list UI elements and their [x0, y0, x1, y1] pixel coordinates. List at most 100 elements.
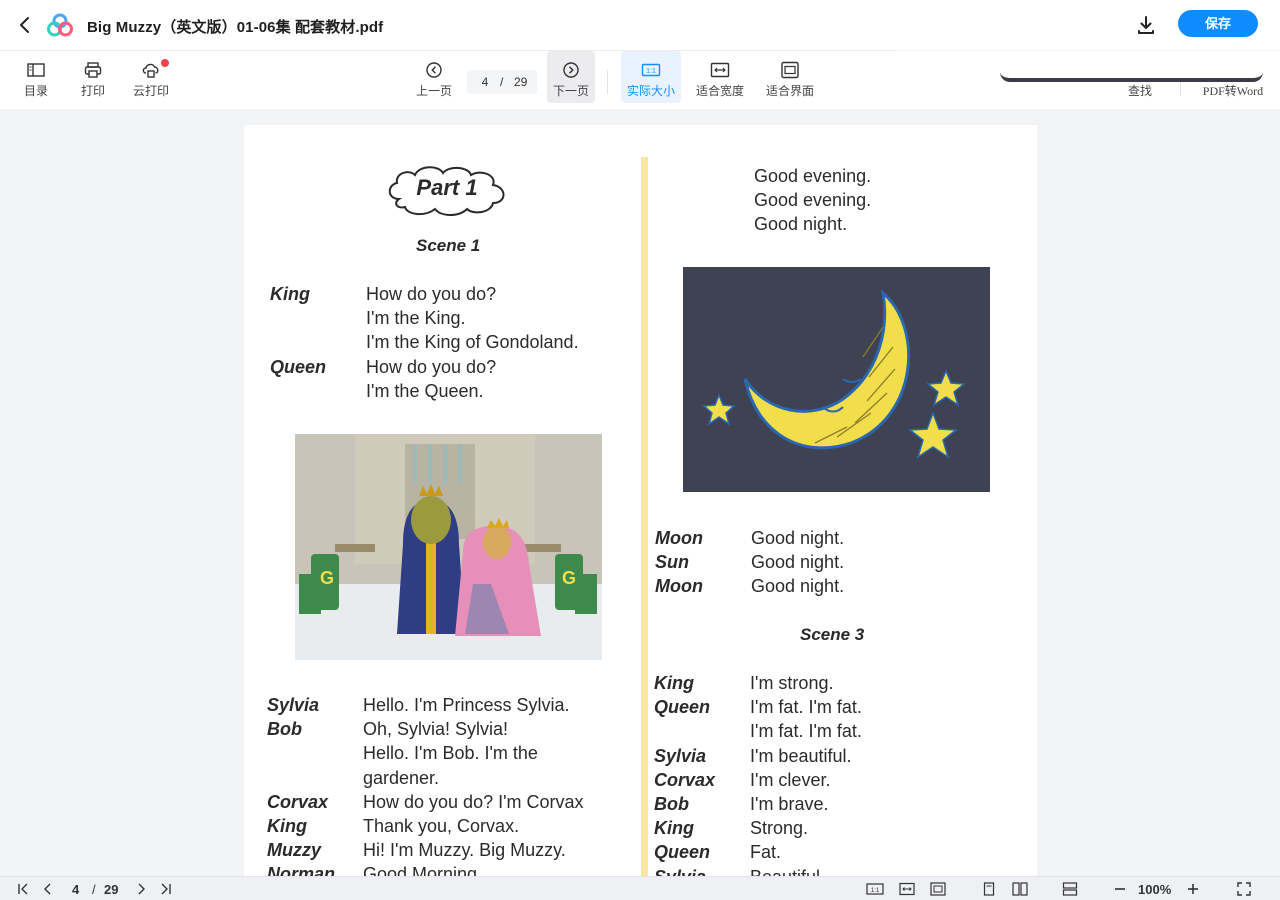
actual-size-icon[interactable]: 1:1 — [866, 882, 884, 896]
circle-chevron-right-icon — [561, 61, 581, 79]
dialogue-line: I'm fat. I'm fat. — [750, 697, 862, 718]
speaker-name: King — [654, 673, 694, 693]
actual-size-label: 实际大小 — [626, 84, 675, 98]
next-page-label: 下一页 — [552, 84, 589, 98]
speaker-name: Moon — [655, 528, 703, 548]
fit-width-icon — [710, 61, 730, 79]
prev-page-label: 上一页 — [415, 84, 452, 98]
dialogue-line: I'm the King of Gondoland. — [366, 332, 579, 353]
svg-text:G: G — [320, 568, 334, 588]
svg-text:G: G — [562, 568, 576, 588]
status-current-page[interactable]: 4 — [72, 882, 79, 897]
speaker-name: Corvax — [654, 769, 716, 790]
fit-width-icon[interactable] — [899, 882, 915, 896]
dialogue-line: gardener. — [363, 767, 440, 788]
dialogue-line: Hello. I'm Princess Sylvia. — [363, 695, 570, 715]
dialogue-line: I'm strong. — [750, 673, 834, 693]
next-page-icon[interactable] — [134, 882, 148, 896]
dialogue-line: How do you do? I'm Corvax — [363, 791, 584, 812]
next-page-button[interactable]: 下一页 — [547, 51, 595, 103]
dialogue-block-1: King How do you do? I'm the King. I'm the… — [270, 282, 640, 403]
dialogue-line: I'm the Queen. — [366, 380, 484, 401]
dropdown-panel-edge — [1000, 51, 1263, 82]
greeting-line: Good evening. — [754, 166, 872, 186]
title-bar: Big Muzzy（英文版）01-06集 配套教材.pdf 保存 — [0, 0, 1280, 51]
speaker-name: Sylvia — [654, 865, 706, 877]
toc-button[interactable]: 目录 — [16, 51, 56, 103]
scene1-title: Scene 1 — [416, 236, 481, 255]
continuous-scroll-icon[interactable] — [1062, 882, 1078, 896]
speaker-name: Norman — [267, 864, 336, 876]
dialogue-line: Beautiful. — [750, 865, 825, 877]
speaker-name: King — [267, 815, 307, 836]
first-page-icon[interactable] — [17, 882, 31, 896]
document-viewer[interactable]: Part 1 Scene 1 King How do you do? I'm th… — [0, 109, 1280, 876]
page-number-box[interactable]: / 29 — [467, 70, 537, 94]
find-label: 查找 — [1127, 84, 1152, 98]
greeting-line: Good night. — [754, 214, 848, 235]
svg-text:1:1: 1:1 — [871, 888, 880, 894]
dialogue-line: Strong. — [750, 818, 809, 839]
back-arrow-icon[interactable] — [14, 13, 36, 37]
sidebar-toc-icon — [26, 61, 46, 79]
document-title: Big Muzzy（英文版）01-06集 配套教材.pdf — [87, 19, 384, 36]
cloud-print-label: 云打印 — [132, 84, 169, 98]
dialogue-line: Oh, Sylvia! Sylvia! — [363, 719, 509, 740]
status-bar: 4 / 29 1:1 100% — [0, 876, 1280, 900]
download-icon[interactable] — [1135, 14, 1157, 36]
total-pages: 29 — [514, 75, 528, 89]
svg-text:1:1: 1:1 — [646, 68, 656, 75]
part-title: Part 1 — [416, 175, 478, 200]
dialogue-line: Hello. I'm Bob. I'm the — [363, 743, 538, 764]
dialogue-line: I'm beautiful. — [750, 745, 852, 766]
actual-size-icon: 1:1 — [641, 61, 661, 79]
greeting-lines: Good evening. Good evening. Good night. — [754, 164, 871, 237]
moon-stars-illustration — [683, 267, 990, 492]
fit-screen-icon[interactable] — [930, 882, 946, 896]
printer-icon — [83, 61, 103, 79]
dialogue-line: Good night. — [751, 552, 845, 573]
fit-screen-icon — [780, 61, 800, 79]
dialogue-line: Good Morning. — [363, 864, 483, 876]
status-total-pages: 29 — [104, 882, 119, 897]
save-button[interactable]: 保存 — [1178, 10, 1258, 37]
dialogue-line: I'm the King. — [366, 308, 466, 329]
dialogue-line: I'm fat. I'm fat. — [750, 721, 862, 742]
zoom-in-icon[interactable] — [1186, 882, 1200, 896]
prev-page-button[interactable]: 上一页 — [410, 51, 458, 103]
greeting-line: Good evening. — [754, 190, 872, 211]
dialogue-line: Good night. — [751, 576, 845, 597]
speaker-name: Queen — [270, 356, 327, 377]
notification-dot — [161, 59, 169, 67]
fit-width-label: 适合宽度 — [695, 84, 744, 98]
zoom-out-icon[interactable] — [1113, 882, 1127, 896]
dialogue-line: How do you do? — [366, 356, 497, 377]
app-logo-icon — [47, 13, 73, 37]
fit-screen-label: 适合界面 — [765, 84, 814, 98]
pdf-to-word-label: PDF转Word — [1202, 84, 1264, 98]
prev-page-icon[interactable] — [41, 882, 55, 896]
scene3-title: Scene 3 — [800, 625, 865, 644]
fit-width-button[interactable]: 适合宽度 — [692, 51, 748, 103]
king-queen-illustration: G G — [295, 434, 602, 660]
speaker-name: Muzzy — [267, 840, 321, 861]
dialogue-line: I'm brave. — [750, 793, 829, 814]
speaker-name: Bob — [267, 719, 302, 740]
last-page-icon[interactable] — [158, 882, 172, 896]
print-button[interactable]: 打印 — [73, 51, 113, 103]
two-page-icon[interactable] — [1012, 882, 1028, 896]
speaker-name: Sylvia — [654, 745, 707, 766]
actual-size-button[interactable]: 1:1 实际大小 — [621, 51, 681, 103]
fit-screen-button[interactable]: 适合界面 — [762, 51, 818, 103]
dialogue-line: Hi! I'm Muzzy. Big Muzzy. — [363, 840, 566, 861]
toc-label: 目录 — [23, 84, 48, 98]
fullscreen-icon[interactable] — [1237, 882, 1251, 896]
print-label: 打印 — [80, 84, 105, 98]
dialogue-block-2: Sylvia Hello. I'm Princess Sylvia. Bob Oh,… — [267, 693, 639, 876]
speaker-name: King — [270, 284, 310, 304]
page-number-input[interactable] — [473, 73, 497, 91]
zoom-level[interactable]: 100% — [1138, 882, 1171, 897]
dialogue-block-4: King I'm strong. Queen I'm fat. I'm fat. I… — [654, 671, 1024, 876]
speaker-name: Moon — [655, 576, 703, 597]
single-page-icon[interactable] — [982, 882, 996, 896]
